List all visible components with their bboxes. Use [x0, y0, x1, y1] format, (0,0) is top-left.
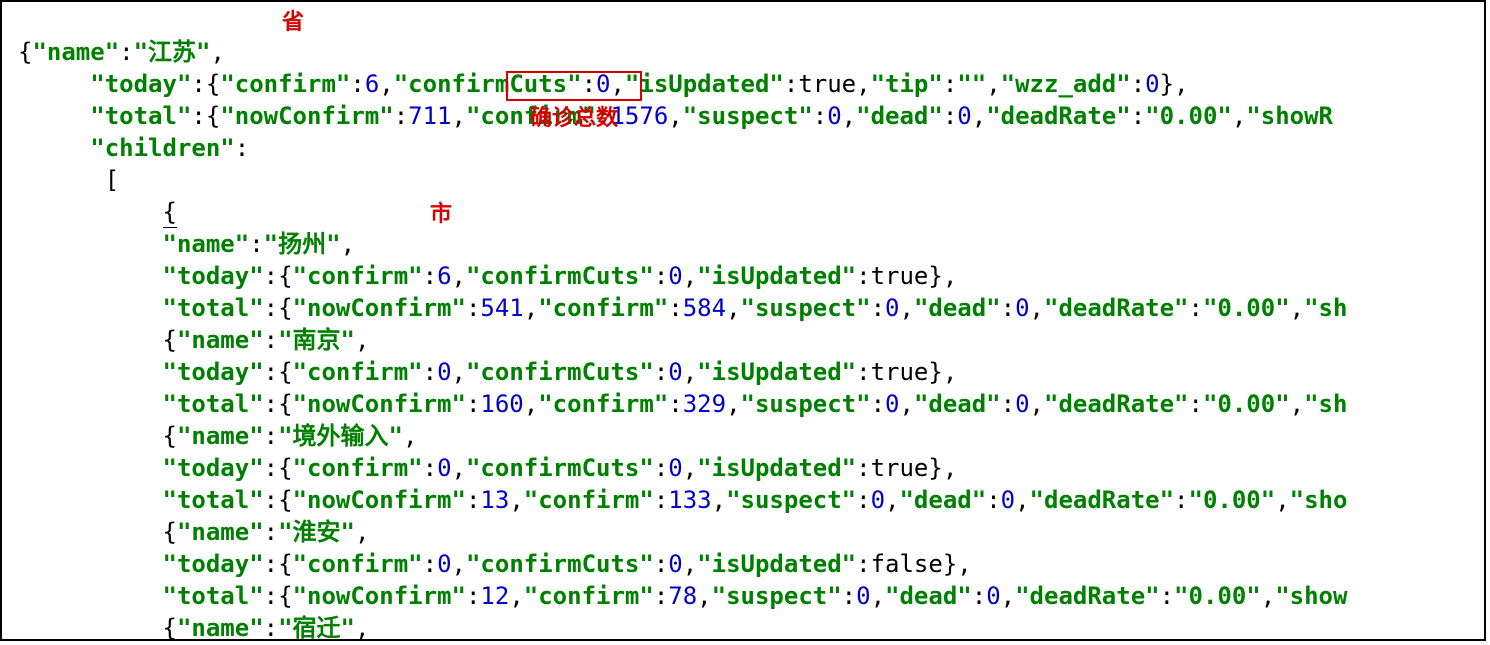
- key-today: "today": [90, 70, 191, 98]
- annotation-province: 省: [282, 6, 304, 38]
- code-frame: {"name":"江苏", "today":{"confirm":6,"conf…: [0, 0, 1486, 641]
- val-name: "江苏": [134, 38, 211, 66]
- annotation-confirm-total: 确诊总数: [530, 102, 618, 134]
- annotation-city: 市: [430, 198, 452, 230]
- json-code-block: {"name":"江苏", "today":{"confirm":6,"conf…: [2, 4, 1347, 641]
- highlight-box-confirm: [506, 71, 642, 101]
- key-total: "total": [90, 102, 191, 130]
- key-children: "children": [90, 134, 235, 162]
- open-brace-cursor: {: [163, 197, 177, 228]
- key-name: "name": [32, 38, 119, 66]
